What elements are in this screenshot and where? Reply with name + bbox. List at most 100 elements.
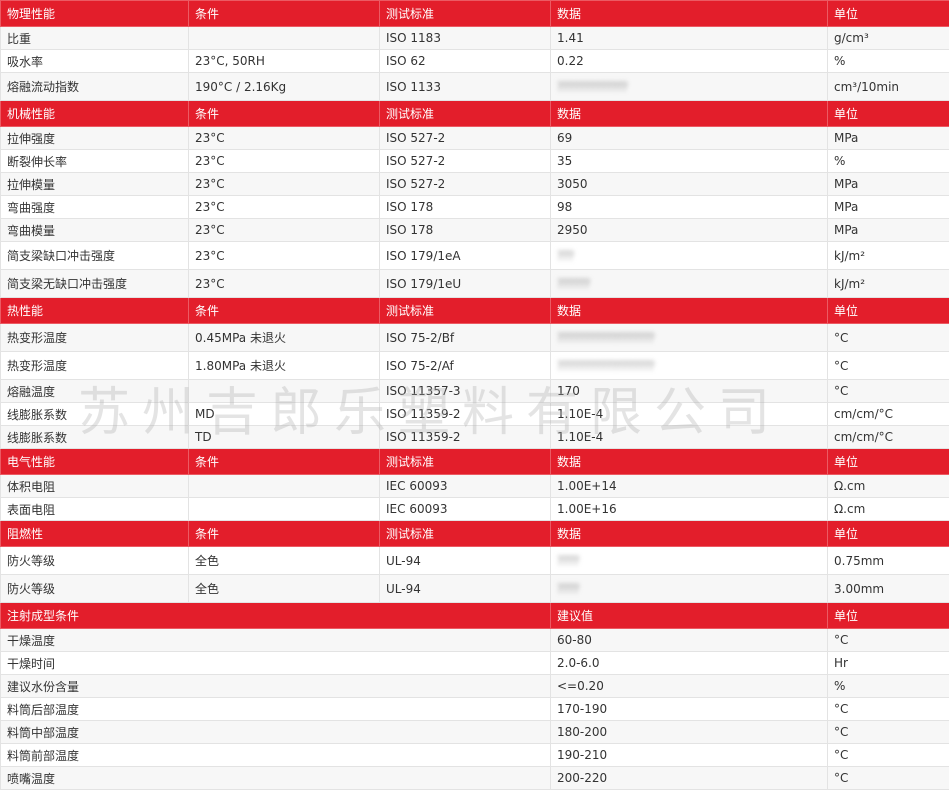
table-row: 喷嘴温度 200-220 °C [0,766,949,790]
value: ?????????????????? [550,351,828,380]
test-standard: ISO 1133 [379,72,551,101]
molding-parameter: 料筒后部温度 [0,697,551,721]
header-condition: 条件 [188,0,380,27]
unit: kJ/m² [827,241,949,270]
value: 69 [550,126,828,150]
condition [188,26,380,50]
table-row: 料筒中部温度 180-200 °C [0,720,949,744]
unit: MPa [827,195,949,219]
unit: Ω.cm [827,474,949,498]
header-test-standard: 测试标准 [379,297,551,324]
property-name: 表面电阻 [0,497,189,521]
property-name: 简支梁无缺口冲击强度 [0,269,189,298]
unit: cm/cm/°C [827,402,949,426]
header-value: 数据 [550,297,828,324]
header-test-standard: 测试标准 [379,520,551,547]
section-header: 热性能 条件 测试标准 数据 单位 [0,297,949,324]
unit: °C [827,379,949,403]
test-standard: ISO 75-2/Af [379,351,551,380]
condition: 全色 [188,546,380,575]
unit: °C [827,351,949,380]
blurred-value: ?????????????????? [557,358,655,373]
recommended-value: 2.0-6.0 [550,651,828,675]
blurred-value: ??? [557,248,574,263]
header-condition: 条件 [188,100,380,127]
condition: MD [188,402,380,426]
condition [188,497,380,521]
table-row: 简支梁缺口冲击强度 23°C ISO 179/1eA??? kJ/m² [0,241,949,270]
section-header: 阻燃性 条件 测试标准 数据 单位 [0,520,949,547]
header-condition: 条件 [188,448,380,475]
value: 2950 [550,218,828,242]
table-row: 吸水率 23°C, 50RH ISO 62 0.22% [0,49,949,73]
test-standard: IEC 60093 [379,474,551,498]
molding-parameter: 干燥时间 [0,651,551,675]
header-value: 数据 [550,520,828,547]
unit: kJ/m² [827,269,949,298]
table-row: 弯曲模量 23°C ISO 178 2950 MPa [0,218,949,242]
header-property-name: 机械性能 [0,100,189,127]
condition: 23°C, 50RH [188,49,380,73]
unit: MPa [827,172,949,196]
molding-parameter: 建议水份含量 [0,674,551,698]
header-property-name: 阻燃性 [0,520,189,547]
blurred-value: ???? [557,581,580,596]
unit: Ω.cm [827,497,949,521]
unit: °C [827,720,949,744]
section-header: 物理性能 条件 测试标准 数据 单位 [0,0,949,27]
unit: g/cm³ [827,26,949,50]
header-condition: 条件 [188,520,380,547]
table-row: 比重 ISO 1183 1.41 g/cm³ [0,26,949,50]
recommended-value: 190-210 [550,743,828,767]
unit: 0.75mm [827,546,949,575]
value: ???? [550,546,828,575]
property-name: 熔融温度 [0,379,189,403]
table-row: 料筒后部温度 170-190 °C [0,697,949,721]
table-row: 拉伸模量 23°C ISO 527-2 3050 MPa [0,172,949,196]
table-row: 干燥时间 2.0-6.0 Hr [0,651,949,675]
table-row: 防火等级 全色 UL-94???? 0.75mm [0,546,949,575]
table-row: 拉伸强度 23°C ISO 527-2 69 MPa [0,126,949,150]
recommended-value: 60-80 [550,628,828,652]
test-standard: ISO 178 [379,195,551,219]
value: 1.10E-4 [550,425,828,449]
blurred-value: ?????? [557,276,590,291]
property-name: 断裂伸长率 [0,149,189,173]
test-standard: ISO 527-2 [379,126,551,150]
property-table-body: 物理性能 条件 测试标准 数据 单位 比重 ISO 1183 1.41 g/cm³ 吸水率 23°C… [0,0,949,790]
value: ???? [550,574,828,603]
value: 170 [550,379,828,403]
unit: MPa [827,126,949,150]
unit: °C [827,628,949,652]
property-table: 物理性能 条件 测试标准 数据 单位 比重 ISO 1183 1.41 g/cm³ 吸水率 23°C… [0,0,949,790]
test-standard: UL-94 [379,574,551,603]
condition: 23°C [188,218,380,242]
property-name: 弯曲强度 [0,195,189,219]
header-value: 数据 [550,100,828,127]
recommended-value: <=0.20 [550,674,828,698]
header-unit: 单位 [827,100,949,127]
condition: 23°C [188,149,380,173]
condition: 全色 [188,574,380,603]
value: ??? [550,241,828,270]
header-unit: 单位 [827,602,949,629]
value: ????????????? [550,72,828,101]
test-standard: ISO 62 [379,49,551,73]
property-name: 弯曲模量 [0,218,189,242]
molding-parameter: 料筒中部温度 [0,720,551,744]
header-unit: 单位 [827,297,949,324]
test-standard: ISO 178 [379,218,551,242]
header-property-name: 物理性能 [0,0,189,27]
unit: % [827,149,949,173]
unit: °C [827,697,949,721]
header-test-standard: 测试标准 [379,448,551,475]
table-row: 线膨胀系数 TD ISO 11359-2 1.10E-4 cm/cm/°C [0,425,949,449]
condition [188,379,380,403]
table-row: 体积电阻 IEC 60093 1.00E+14 Ω.cm [0,474,949,498]
test-standard: ISO 11357-3 [379,379,551,403]
unit: cm/cm/°C [827,425,949,449]
value: ?????? [550,269,828,298]
unit: % [827,674,949,698]
table-row: 简支梁无缺口冲击强度 23°C ISO 179/1eU?????? kJ/m² [0,269,949,298]
header-test-standard: 测试标准 [379,0,551,27]
